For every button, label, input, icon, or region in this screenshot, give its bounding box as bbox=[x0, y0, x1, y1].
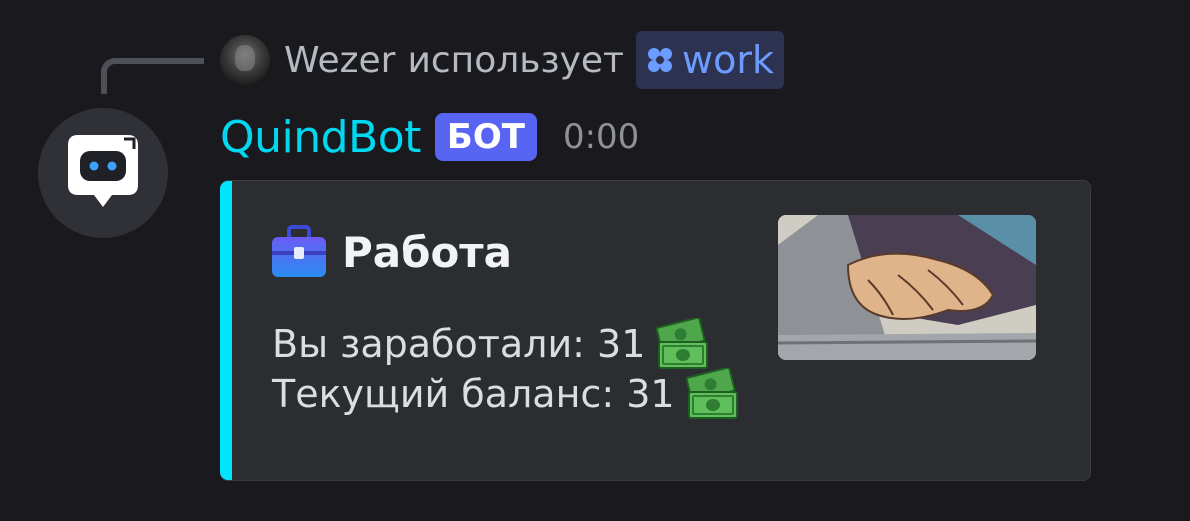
reply-action-text: использует bbox=[407, 39, 625, 81]
message-timestamp[interactable]: 0:00 bbox=[563, 117, 639, 157]
embed-description: Вы заработали: 31 Текущий баланс: 31 bbox=[272, 318, 741, 419]
reply-user-avatar[interactable] bbox=[220, 35, 270, 85]
balance-line: Текущий баланс: 31 bbox=[272, 368, 741, 419]
embed-title: Работа bbox=[270, 225, 512, 279]
command-name: work bbox=[682, 38, 774, 82]
embed-accent-bar bbox=[220, 181, 232, 480]
discord-message: Wezer использует work QuindBot БОТ 0:00 bbox=[0, 0, 1190, 521]
bot-badge: БОТ bbox=[434, 113, 537, 161]
earned-text: Вы заработали: 31 bbox=[272, 322, 646, 366]
embed: Работа Вы заработали: 31 Текущий баланс:… bbox=[220, 180, 1091, 481]
bot-logo-icon bbox=[68, 135, 138, 207]
earned-line: Вы заработали: 31 bbox=[272, 318, 741, 369]
laptop-typing-image bbox=[778, 215, 1036, 360]
briefcase-icon bbox=[272, 225, 326, 277]
reply-context[interactable]: Wezer использует work bbox=[220, 31, 784, 89]
message-header: QuindBot БОТ 0:00 bbox=[220, 108, 639, 166]
reply-connector bbox=[101, 58, 204, 94]
money-icon bbox=[656, 318, 709, 369]
embed-thumbnail[interactable] bbox=[778, 215, 1036, 360]
embed-title-text: Работа bbox=[342, 227, 512, 277]
author-name[interactable]: QuindBot bbox=[220, 112, 421, 163]
reply-username[interactable]: Wezer bbox=[284, 40, 395, 81]
slash-command-icon bbox=[648, 48, 673, 72]
bot-avatar[interactable] bbox=[38, 108, 168, 238]
balance-text: Текущий баланс: 31 bbox=[272, 372, 675, 416]
command-mention[interactable]: work bbox=[636, 31, 784, 89]
money-icon bbox=[685, 368, 738, 419]
